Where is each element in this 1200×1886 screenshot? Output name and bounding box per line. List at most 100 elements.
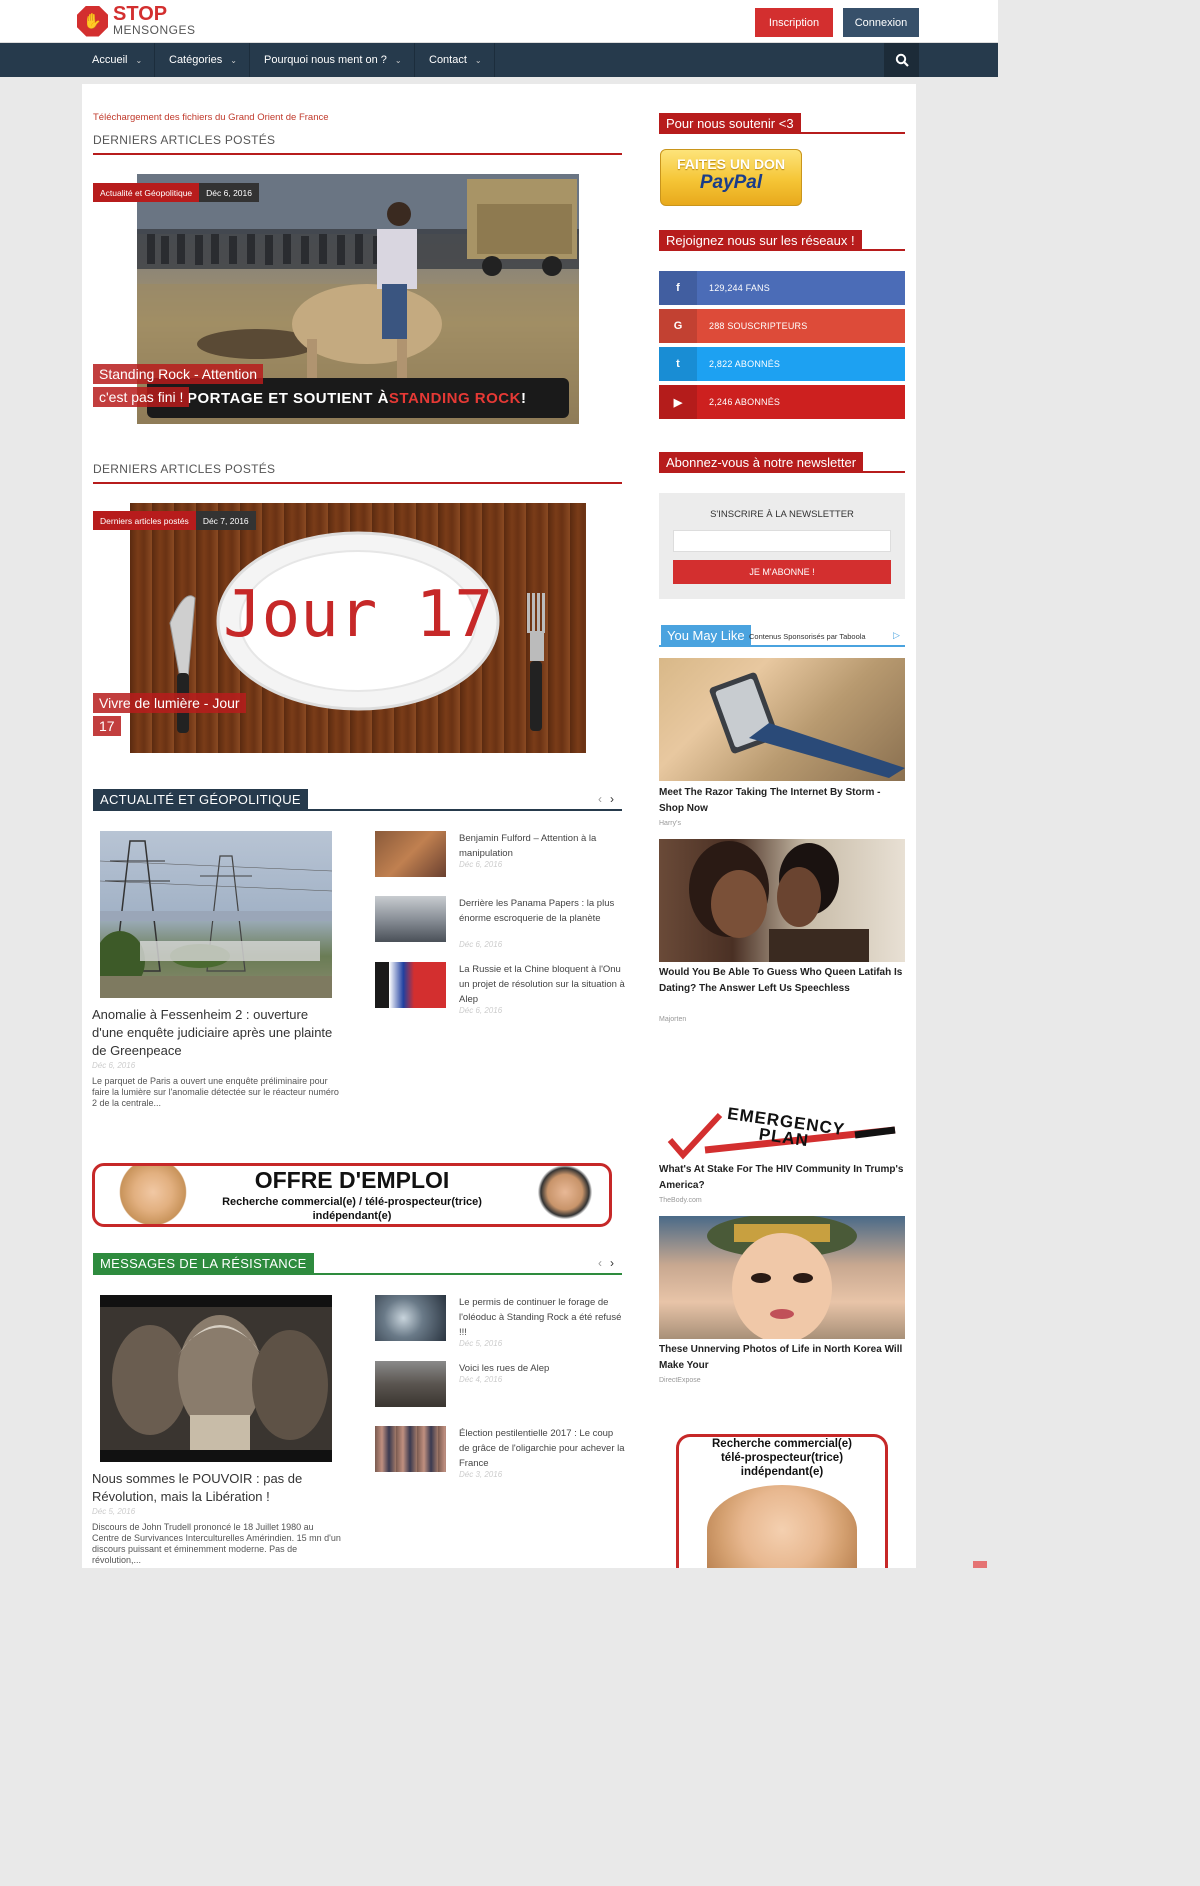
ad-title[interactable]: What's At Stake For The HIV Community In… (659, 1162, 904, 1194)
section-heading-latest: DERNIERS ARTICLES POSTÉS (93, 133, 622, 155)
list-item[interactable]: Le permis de continuer le forage de l'ol… (375, 1295, 625, 1348)
nav-item-pourquoi[interactable]: Pourquoi nous ment on ? ⌄ (252, 43, 415, 77)
article-thumbnail[interactable] (375, 962, 446, 1008)
ad-image-emergency[interactable]: EMERGENCY PLAN (665, 1104, 900, 1160)
article-thumbnail[interactable] (375, 831, 446, 877)
article-date: Déc 6, 2016 (92, 1061, 136, 1070)
arrow-right-icon[interactable]: › (610, 1256, 622, 1270)
logo-text-mensonges: MENSONGES (113, 23, 196, 37)
newsletter-email-input[interactable] (673, 530, 891, 552)
scroll-to-top-button[interactable] (973, 1561, 987, 1568)
youtube-icon: ▶ (659, 385, 697, 419)
featured-post-title[interactable]: Standing Rock - Attention c'est pas fini … (93, 363, 273, 409)
login-button[interactable]: Connexion (843, 8, 919, 37)
job-ad-line: Recherche commercial(e) (712, 1438, 852, 1450)
carousel-arrows: ‹› (598, 1256, 622, 1270)
chevron-down-icon: ⌄ (394, 55, 402, 65)
adchoices-icon[interactable]: ▷ (893, 630, 900, 641)
ad-title[interactable]: Would You Be Able To Guess Who Queen Lat… (659, 965, 904, 997)
list-item[interactable]: Derrière les Panama Papers : la plus éno… (375, 896, 625, 949)
ad-image-north-korea[interactable] (659, 1214, 905, 1343)
newsletter-label: S'INSCRIRE À LA NEWSLETTER (710, 509, 854, 520)
nav-item-accueil[interactable]: Accueil ⌄ (80, 43, 156, 77)
job-ad-line: indépendant(e) (740, 1466, 824, 1478)
widget-title: Rejoignez nous sur les réseaux ! (659, 230, 862, 250)
main-navigation: Accueil ⌄ Catégories ⌄ Pourquoi nous ment … (0, 43, 998, 77)
sidebar-job-ad[interactable]: Recherche commercial(e) télé-prospecteur… (676, 1434, 888, 1568)
list-item[interactable]: Voici les rues de Alep Déc 4, 2016 (375, 1361, 625, 1411)
nav-item-categories[interactable]: Catégories ⌄ (157, 43, 250, 77)
featured-post-title[interactable]: Vivre de lumière - Jour 17 (93, 692, 253, 738)
article-thumbnail[interactable] (375, 1361, 446, 1407)
newsletter-subscribe-button[interactable]: JE M'ABONNE ! (673, 560, 891, 584)
title-line: Standing Rock - Attention (93, 364, 263, 384)
social-count: 2,822 ABONNÉS (709, 359, 781, 369)
category-label[interactable]: MESSAGES DE LA RÉSISTANCE (93, 1253, 314, 1274)
chevron-down-icon: ⌄ (230, 55, 237, 65)
arrow-right-icon[interactable]: › (610, 792, 622, 806)
list-item-title[interactable]: Derrière les Panama Papers : la plus éno… (459, 896, 625, 926)
ad-image-razor[interactable] (659, 658, 905, 781)
nav-item-contact[interactable]: Contact ⌄ (417, 43, 495, 77)
article-title[interactable]: Nous sommes le POUVOIR : pas de Révoluti… (92, 1470, 337, 1506)
carousel-arrows: ‹› (598, 792, 622, 806)
category-label[interactable]: ACTUALITÉ ET GÉOPOLITIQUE (93, 789, 308, 810)
trudell-image[interactable] (100, 1295, 332, 1462)
social-twitter[interactable]: t 2,822 ABONNÉS (659, 347, 905, 381)
native-elders-photo (100, 1307, 332, 1450)
newsletter-box: S'INSCRIRE À LA NEWSLETTER JE M'ABONNE ! (659, 493, 905, 599)
social-youtube[interactable]: ▶ 2,246 ABONNÉS (659, 385, 905, 419)
article-title[interactable]: Anomalie à Fessenheim 2 : ouverture d'un… (92, 1006, 337, 1060)
job-ad-line: indépendant(e) (312, 1210, 392, 1222)
article-thumbnail[interactable] (375, 896, 446, 942)
list-item-title[interactable]: Benjamin Fulford – Attention à la manipu… (459, 831, 625, 861)
list-item[interactable]: La Russie et la Chine bloquent à l'Onu u… (375, 962, 625, 1015)
social-facebook[interactable]: f 129,244 FANS (659, 271, 905, 305)
article-excerpt: Le parquet de Paris a ouvert une enquête… (92, 1076, 339, 1108)
category-badge[interactable]: Derniers articles postés (93, 511, 196, 530)
list-item-title[interactable]: Le permis de continuer le forage de l'ol… (459, 1295, 625, 1340)
hand-stop-icon: ✋ (77, 5, 108, 37)
signup-button[interactable]: Inscription (755, 8, 833, 37)
nav-label: Contact (429, 54, 467, 66)
power-lines-photo (95, 840, 333, 998)
article-thumbnail[interactable] (375, 1426, 446, 1472)
breaking-news-link[interactable]: Téléchargement des fichiers du Grand Ori… (93, 112, 329, 123)
list-item[interactable]: Benjamin Fulford – Attention à la manipu… (375, 831, 625, 881)
job-ad-title: OFFRE D'EMPLOI (254, 1167, 450, 1193)
article-date: Déc 5, 2016 (92, 1507, 136, 1516)
list-item-title[interactable]: La Russie et la Chine bloquent à l'Onu u… (459, 962, 625, 1007)
ad-title[interactable]: These Unnerving Photos of Life in North … (659, 1342, 904, 1374)
list-item[interactable]: Élection pestilentielle 2017 : Le coup d… (375, 1426, 625, 1479)
widget-title: Pour nous soutenir <3 (659, 113, 801, 133)
category-badge[interactable]: Actualité et Géopolitique (93, 183, 200, 202)
sidebar-job-ad-text: Recherche commercial(e) télé-prospecteur… (679, 1437, 885, 1479)
search-icon (895, 53, 909, 67)
ad-source: Majorten (659, 1016, 687, 1023)
paypal-logo: PayPal (699, 172, 763, 193)
ad-image-couple[interactable] (659, 839, 905, 962)
fessenheim-image[interactable] (95, 831, 333, 998)
post-meta: Derniers articles postés Déc 7, 2016 (93, 511, 256, 530)
logo-text-stop: STOP (113, 3, 168, 25)
post-date: Déc 7, 2016 (195, 511, 256, 530)
job-ad-banner[interactable]: OFFRE D'EMPLOI Recherche commercial(e) /… (92, 1163, 612, 1227)
ad-woman-headset-photo (707, 1485, 857, 1568)
list-item-date: Déc 6, 2016 (459, 860, 503, 869)
taboola-heading: You May Like Contenus Sponsorisés par Ta… (659, 624, 905, 647)
razor-photo (709, 672, 905, 778)
arrow-left-icon[interactable]: ‹ (598, 792, 610, 806)
article-thumbnail[interactable] (375, 1295, 446, 1341)
paypal-donate-button[interactable]: FAITES UN DON PayPal (660, 149, 802, 206)
social-google[interactable]: G 288 SOUSCRIPTEURS (659, 309, 905, 343)
site-logo[interactable]: ✋ STOP MENSONGES (77, 3, 196, 37)
arrow-left-icon[interactable]: ‹ (598, 1256, 610, 1270)
nav-label: Accueil (92, 54, 128, 66)
widget-heading-support: Pour nous soutenir <3 (659, 113, 905, 134)
list-item-title[interactable]: Voici les rues de Alep (459, 1361, 625, 1376)
ad-title[interactable]: Meet The Razor Taking The Internet By St… (659, 785, 904, 817)
list-item-title[interactable]: Élection pestilentielle 2017 : Le coup d… (459, 1426, 625, 1471)
search-button[interactable] (884, 43, 919, 77)
taboola-sponsor-link[interactable]: Contenus Sponsorisés par Taboola (749, 632, 866, 641)
nav-label: Pourquoi nous ment on ? (264, 54, 387, 66)
